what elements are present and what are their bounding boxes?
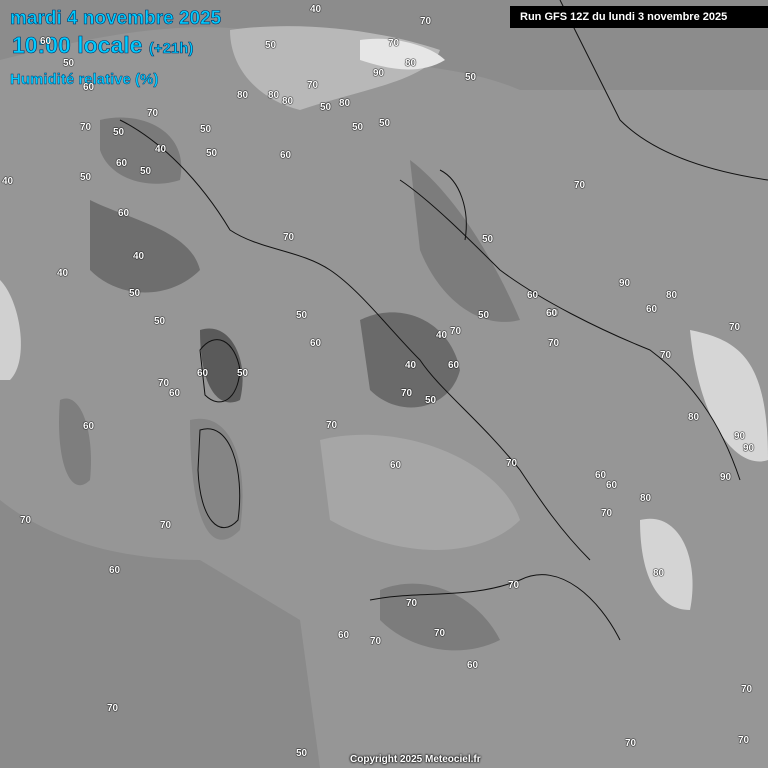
contour-label: 60 (118, 208, 130, 219)
contour-label: 50 (237, 368, 249, 379)
contour-label: 50 (206, 148, 218, 159)
contour-label: 50 (482, 234, 494, 245)
contour-label: 70 (283, 232, 295, 243)
contour-label: 50 (352, 122, 364, 133)
map-shading (0, 0, 768, 768)
contour-label: 50 (379, 118, 391, 129)
contour-label: 90 (720, 472, 732, 483)
humidity-map: mardi 4 novembre 2025 10:00 locale (+21h… (0, 0, 768, 768)
contour-label: 40 (405, 360, 417, 371)
contour-label: 50 (63, 58, 75, 69)
contour-label: 70 (420, 16, 432, 27)
contour-label: 60 (40, 36, 52, 47)
contour-label: 90 (734, 431, 746, 442)
contour-label: 70 (548, 338, 560, 349)
contour-label: 80 (282, 96, 294, 107)
contour-label: 90 (619, 278, 631, 289)
contour-label: 70 (326, 420, 338, 431)
contour-label: 50 (465, 72, 477, 83)
contour-label: 60 (546, 308, 558, 319)
contour-label: 40 (155, 144, 167, 155)
contour-label: 50 (265, 40, 277, 51)
contour-label: 70 (406, 598, 418, 609)
contour-label: 40 (57, 268, 69, 279)
contour-label: 70 (508, 580, 520, 591)
contour-label: 70 (741, 684, 753, 695)
contour-label: 60 (595, 470, 607, 481)
contour-label: 80 (640, 493, 652, 504)
contour-label: 50 (140, 166, 152, 177)
contour-label: 80 (653, 568, 665, 579)
contour-label: 70 (147, 108, 159, 119)
contour-label: 70 (506, 458, 518, 469)
contour-label: 70 (370, 636, 382, 647)
contour-label: 50 (296, 310, 308, 321)
contour-label: 80 (339, 98, 351, 109)
contour-label: 90 (743, 443, 755, 454)
contour-label: 50 (320, 102, 332, 113)
contour-label: 50 (296, 748, 308, 759)
forecast-offset: (+21h) (148, 40, 194, 58)
contour-label: 70 (158, 378, 170, 389)
contour-label: 50 (478, 310, 490, 321)
contour-label: 60 (310, 338, 322, 349)
contour-label: 60 (646, 304, 658, 315)
contour-label: 60 (169, 388, 181, 399)
contour-label: 60 (390, 460, 402, 471)
contour-label: 40 (310, 4, 322, 15)
contour-label: 60 (527, 290, 539, 301)
contour-label: 70 (80, 122, 92, 133)
contour-label: 70 (160, 520, 172, 531)
contour-label: 70 (450, 326, 462, 337)
contour-label: 60 (606, 480, 618, 491)
contour-label: 60 (467, 660, 479, 671)
contour-label: 50 (154, 316, 166, 327)
contour-label: 70 (107, 703, 119, 714)
contour-label: 50 (425, 395, 437, 406)
contour-label: 70 (601, 508, 613, 519)
contour-label: 60 (116, 158, 128, 169)
contour-label: 70 (660, 350, 672, 361)
contour-label: 40 (2, 176, 14, 187)
contour-label: 90 (373, 68, 385, 79)
contour-label: 60 (197, 368, 209, 379)
contour-label: 70 (388, 38, 400, 49)
contour-label: 50 (200, 124, 212, 135)
contour-label: 80 (405, 58, 417, 69)
contour-label: 40 (436, 330, 448, 341)
contour-label: 80 (268, 90, 280, 101)
contour-label: 80 (688, 412, 700, 423)
contour-label: 60 (83, 421, 95, 432)
contour-label: 80 (666, 290, 678, 301)
contour-label: 40 (133, 251, 145, 262)
local-time: 10:00 locale (12, 32, 143, 59)
forecast-date: mardi 4 novembre 2025 (10, 8, 222, 30)
model-run-info: Run GFS 12Z du lundi 3 novembre 2025 (510, 6, 768, 28)
contour-label: 60 (448, 360, 460, 371)
contour-label: 70 (625, 738, 637, 749)
contour-label: 70 (307, 80, 319, 91)
contour-label: 60 (109, 565, 121, 576)
contour-label: 70 (738, 735, 750, 746)
contour-label: 70 (574, 180, 586, 191)
contour-label: 60 (83, 82, 95, 93)
contour-label: 80 (237, 90, 249, 101)
contour-label: 60 (280, 150, 292, 161)
contour-label: 70 (401, 388, 413, 399)
contour-label: 70 (20, 515, 32, 526)
contour-label: 70 (434, 628, 446, 639)
contour-label: 70 (729, 322, 741, 333)
contour-label: 50 (80, 172, 92, 183)
contour-label: 50 (113, 127, 125, 138)
contour-label: 60 (338, 630, 350, 641)
contour-label: 50 (129, 288, 141, 299)
copyright: Copyright 2025 Meteociel.fr (350, 754, 481, 765)
